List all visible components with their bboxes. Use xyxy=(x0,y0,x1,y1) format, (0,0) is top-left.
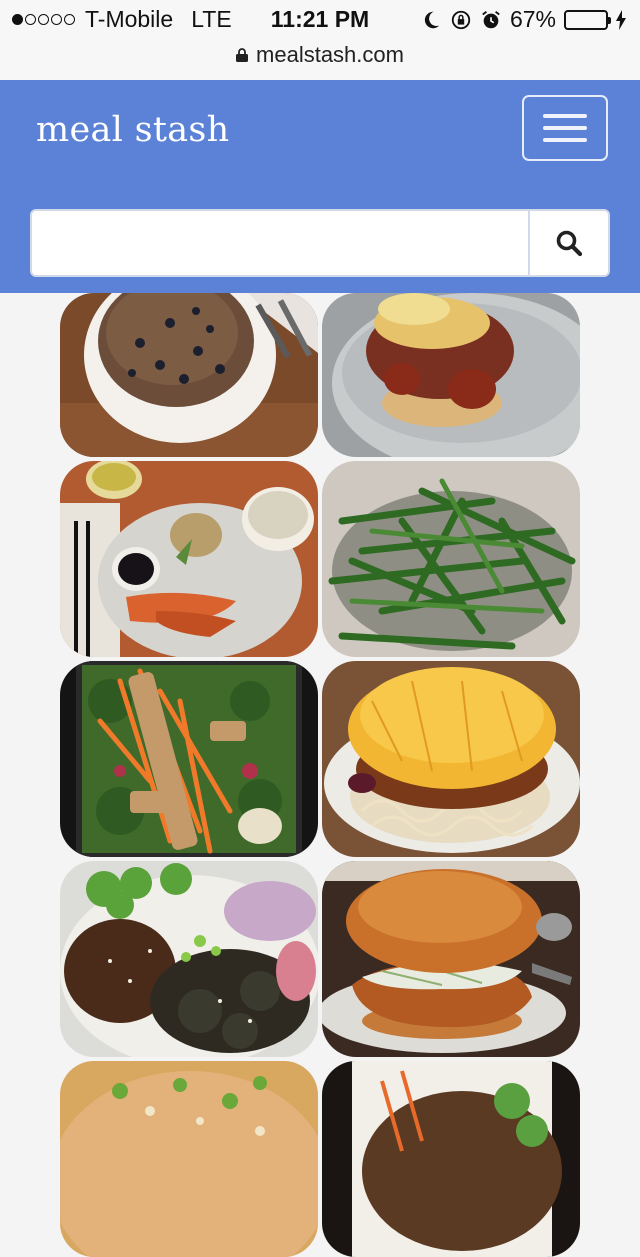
menu-toggle-button[interactable] xyxy=(522,95,608,161)
address-bar[interactable]: mealstash.com xyxy=(0,42,640,68)
moon-icon xyxy=(424,11,440,28)
site-header: meal stash xyxy=(0,80,640,293)
meal-photo-chili-spaghetti[interactable] xyxy=(322,661,580,857)
browser-status-bar: T-Mobile LTE 11:21 PM 67% mealstash.com xyxy=(0,0,640,81)
chili-spaghetti-image xyxy=(322,661,580,857)
kale-salad-image xyxy=(60,661,318,857)
meal-photo-kale-salad[interactable] xyxy=(60,661,318,857)
meal-photo-green-beans[interactable] xyxy=(322,461,580,657)
url-text: mealstash.com xyxy=(256,42,404,67)
lock-icon xyxy=(236,48,249,62)
hamburger-bar xyxy=(543,138,587,142)
meal-photo-chicken-sandwich[interactable] xyxy=(322,861,580,1057)
status-icons: 67% xyxy=(420,6,626,33)
search-button[interactable] xyxy=(528,211,608,275)
battery-percent: 67% xyxy=(509,6,556,32)
chicken-sandwich-image xyxy=(322,861,580,1057)
meal-photo-veggie-bowl[interactable] xyxy=(322,1061,580,1257)
teriyaki-bowl-image xyxy=(60,861,318,1057)
pancake-image xyxy=(60,293,318,457)
charging-bolt-icon xyxy=(616,9,626,30)
site-brand-logo[interactable]: meal stash xyxy=(36,110,229,150)
search-icon xyxy=(556,230,583,257)
veggie-bowl-image xyxy=(322,1061,580,1257)
biscuit-sandwich-image xyxy=(322,293,580,457)
battery-icon xyxy=(564,9,611,30)
meal-photo-grid xyxy=(60,293,580,1257)
hamburger-bar xyxy=(543,126,587,130)
green-beans-image xyxy=(322,461,580,657)
alarm-icon xyxy=(482,10,500,28)
rotation-lock-icon xyxy=(451,10,471,29)
salmon-plate-image xyxy=(60,461,318,657)
meal-photo-pancake[interactable] xyxy=(60,293,318,457)
meal-photo-noodle-bowl[interactable] xyxy=(60,1061,318,1257)
meal-photo-teriyaki-bowl[interactable] xyxy=(60,861,318,1057)
search-bar xyxy=(30,209,610,277)
meal-photo-salmon-plate[interactable] xyxy=(60,461,318,657)
meal-photo-biscuit-sandwich[interactable] xyxy=(322,293,580,457)
search-input[interactable] xyxy=(32,211,528,275)
noodle-bowl-image xyxy=(60,1061,318,1257)
hamburger-menu-icon xyxy=(543,114,587,118)
